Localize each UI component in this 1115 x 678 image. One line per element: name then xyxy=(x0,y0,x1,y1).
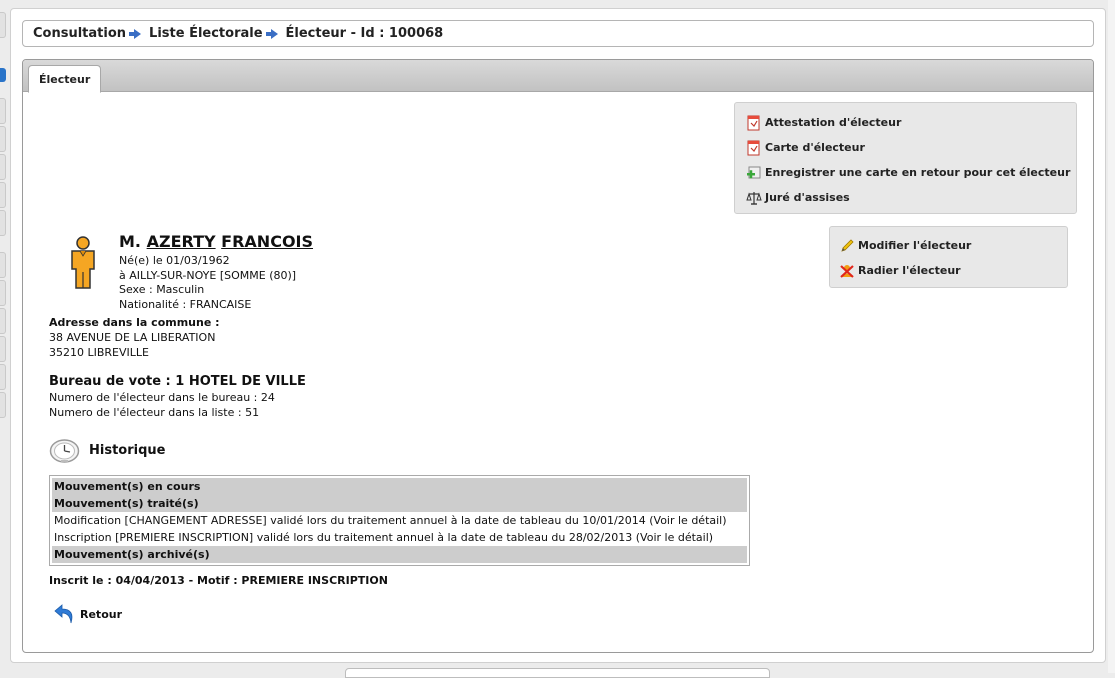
section-traites: Mouvement(s) traité(s) xyxy=(52,495,747,512)
mouvement-row[interactable]: Inscription [PREMIERE INSCRIPTION] valid… xyxy=(52,529,747,546)
left-sidebar-stubs xyxy=(0,0,8,673)
section-archives: Mouvement(s) archivé(s) xyxy=(52,546,747,563)
bottom-tab xyxy=(345,668,770,678)
sidebar-stub[interactable] xyxy=(0,210,6,236)
arrow-right-icon xyxy=(265,28,278,39)
mouvement-row[interactable]: Modification [CHANGEMENT ADRESSE] validé… xyxy=(52,512,747,529)
sidebar-stub[interactable] xyxy=(0,12,6,38)
enregistrer-retour-label: Enregistrer une carte en retour pour cet… xyxy=(765,166,1071,179)
tab-electeur[interactable]: Électeur xyxy=(28,65,102,93)
civilite: M. xyxy=(119,232,141,251)
bureau-title: Bureau de vote : 1 HOTEL DE VILLE xyxy=(49,374,306,389)
document-pdf-icon xyxy=(747,115,760,130)
sidebar-stub-active[interactable] xyxy=(0,68,6,82)
actions-edit: Modifier l'électeur Radier l'électeur xyxy=(829,226,1068,288)
elector-prenom: FRANCOIS xyxy=(221,232,314,251)
inscription-info: Inscrit le : 04/04/2013 - Motif : PREMIE… xyxy=(49,574,388,587)
elector-info: Né(e) le 01/03/1962 à AILLY-SUR-NOYE [SO… xyxy=(119,254,296,312)
sidebar-stub[interactable] xyxy=(0,392,6,418)
modifier-button[interactable]: Modifier l'électeur xyxy=(839,233,1067,258)
jure-button[interactable]: Juré d'assises xyxy=(746,185,1076,210)
sidebar-stub[interactable] xyxy=(0,154,6,180)
card-add-icon xyxy=(747,166,761,178)
sex: Sexe : Masculin xyxy=(119,283,205,296)
retour-label: Retour xyxy=(80,607,123,621)
breadcrumb: Consultation Liste Électorale Électeur -… xyxy=(22,20,1094,47)
sidebar-stub[interactable] xyxy=(0,364,6,390)
document-pdf-icon xyxy=(747,140,760,155)
carte-button[interactable]: Carte d'électeur xyxy=(746,135,1076,160)
liste-number: Numero de l'électeur dans la liste : 51 xyxy=(49,406,260,419)
breadcrumb-item-liste[interactable]: Liste Électorale xyxy=(149,26,263,41)
main-container: Consultation Liste Électorale Électeur -… xyxy=(10,8,1106,663)
radier-label: Radier l'électeur xyxy=(858,264,961,277)
retour-button[interactable]: Retour xyxy=(53,603,122,625)
address-block: Adresse dans la commune : 38 AVENUE DE L… xyxy=(49,315,220,360)
sidebar-stub[interactable] xyxy=(0,280,6,306)
elector-name: M. AZERTY FRANCOIS xyxy=(119,232,313,251)
section-en-cours: Mouvement(s) en cours xyxy=(52,478,747,495)
elector-panel: Électeur Attestation d'électeur Carte d'… xyxy=(22,59,1094,653)
jure-label: Juré d'assises xyxy=(765,191,850,204)
sidebar-stub[interactable] xyxy=(0,182,6,208)
enregistrer-retour-button[interactable]: Enregistrer une carte en retour pour cet… xyxy=(746,160,1076,185)
birth-date: Né(e) le 01/03/1962 xyxy=(119,254,230,267)
radier-button[interactable]: Radier l'électeur xyxy=(839,258,1067,283)
attestation-label: Attestation d'électeur xyxy=(765,116,902,129)
person-icon xyxy=(68,236,98,293)
actions-documents: Attestation d'électeur Carte d'électeur … xyxy=(734,102,1077,214)
modifier-label: Modifier l'électeur xyxy=(858,239,972,252)
sidebar-stub[interactable] xyxy=(0,126,6,152)
pencil-icon xyxy=(841,238,854,252)
sidebar-stub[interactable] xyxy=(0,308,6,334)
address-line1: 38 AVENUE DE LA LIBERATION xyxy=(49,331,216,344)
tab-bar: Électeur xyxy=(23,60,1093,93)
birth-place: à AILLY-SUR-NOYE [SOMME (80)] xyxy=(119,268,297,282)
nationality: Nationalité : FRANCAISE xyxy=(119,297,252,311)
historique-table: Mouvement(s) en cours Mouvement(s) trait… xyxy=(49,475,750,566)
delete-user-icon xyxy=(840,264,854,278)
address-label: Adresse dans la commune : xyxy=(49,316,220,329)
arrow-right-icon xyxy=(129,28,142,39)
bureau-block: Bureau de vote : 1 HOTEL DE VILLE Numero… xyxy=(49,374,306,420)
historique-header: Historique xyxy=(49,438,165,463)
sidebar-stub[interactable] xyxy=(0,98,6,124)
scales-icon xyxy=(746,191,762,205)
right-scrollbar[interactable] xyxy=(1108,0,1115,673)
breadcrumb-item-consultation[interactable]: Consultation xyxy=(33,26,126,41)
bureau-number: Numero de l'électeur dans le bureau : 24 xyxy=(49,391,275,404)
address-line2: 35210 LIBREVILLE xyxy=(49,346,149,359)
breadcrumb-item-electeur: Électeur - Id : 100068 xyxy=(285,26,444,41)
elector-nom: AZERTY xyxy=(146,232,216,251)
attestation-button[interactable]: Attestation d'électeur xyxy=(746,110,1076,135)
sidebar-stub[interactable] xyxy=(0,252,6,278)
back-arrow-icon xyxy=(54,604,73,624)
carte-label: Carte d'électeur xyxy=(765,141,865,154)
clock-icon xyxy=(49,439,80,463)
historique-title: Historique xyxy=(89,443,166,458)
sidebar-stub[interactable] xyxy=(0,336,6,362)
